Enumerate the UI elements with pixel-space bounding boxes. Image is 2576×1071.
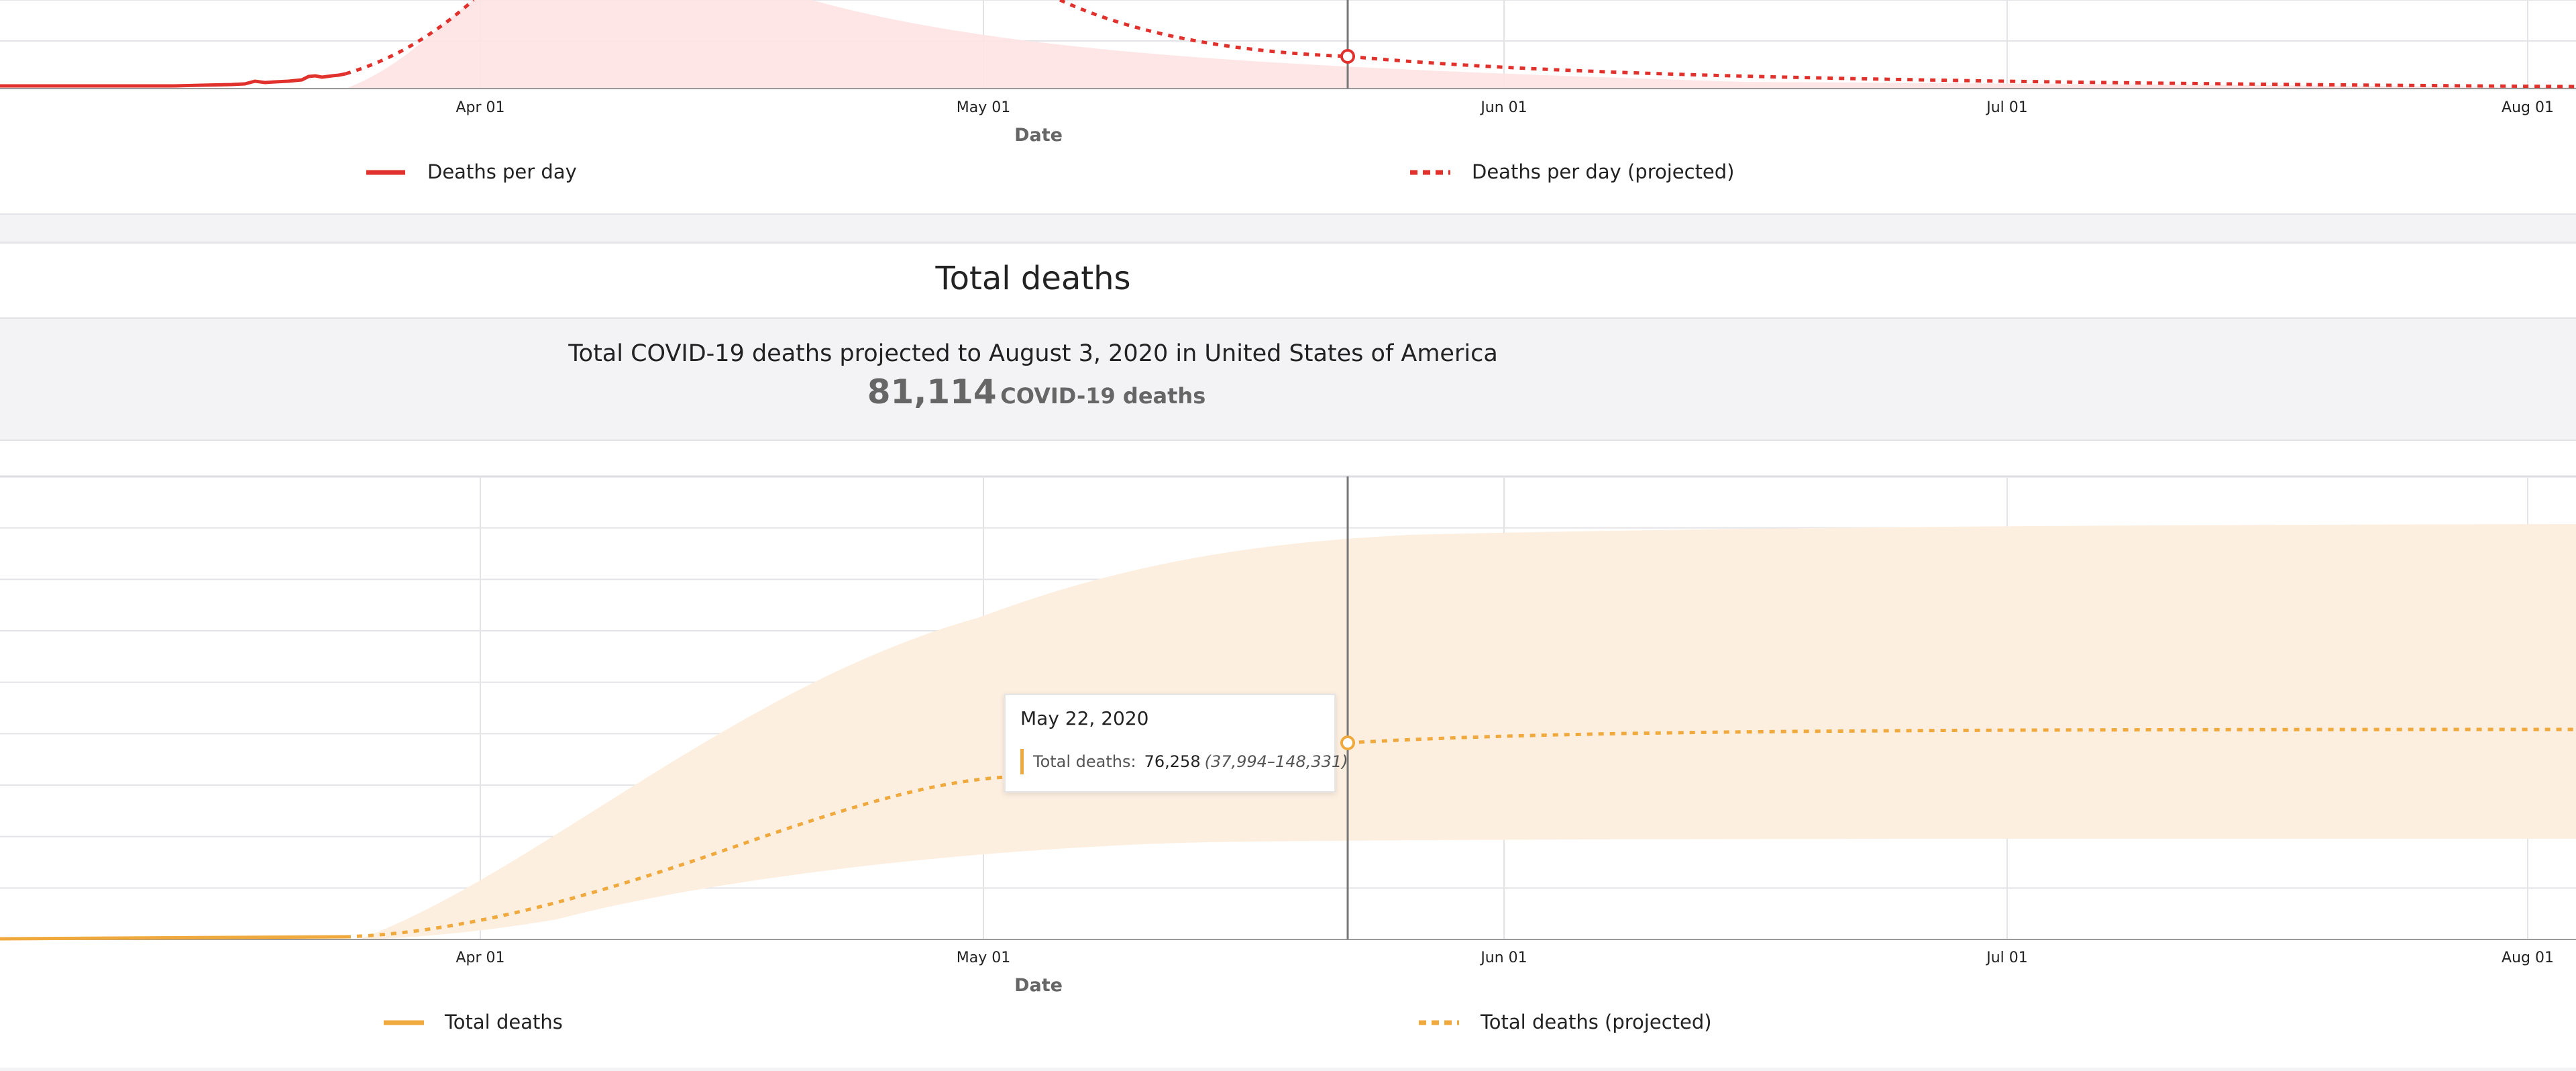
total-deaths-chart[interactable]: Apr 01 May 01 Jun 01 Jul 01 Aug 01 Date Total …: [0, 0, 2576, 1071]
tooltip-label: Total deaths:: [1033, 752, 1136, 771]
x-axis-title: Date: [1014, 975, 1063, 996]
legend-label: Total deaths (projected): [1480, 1011, 1712, 1033]
x-tick-label: Aug 01: [2502, 950, 2554, 966]
legend-label: Total deaths: [444, 1011, 563, 1033]
uncertainty-band: [362, 524, 2576, 939]
x-tick-label: Jul 01: [1985, 950, 2028, 966]
x-tick-label: Apr 01: [455, 950, 504, 966]
line-total-deaths: [0, 935, 346, 941]
hover-marker[interactable]: [1340, 735, 1355, 750]
chart-tooltip: May 22, 2020 Total deaths: 76,258 (37,99…: [1004, 694, 1348, 793]
tooltip-date: May 22, 2020: [1020, 707, 1149, 729]
tooltip-value: 76,258: [1144, 752, 1201, 771]
tooltip-row: Total deaths: 76,258 (37,994–148,331): [1020, 749, 1348, 774]
x-tick-label: Jun 01: [1479, 950, 1527, 966]
tooltip-range: (37,994–148,331): [1204, 752, 1348, 771]
x-tick-label: May 01: [957, 950, 1010, 966]
tooltip-series-swatch: [1020, 749, 1024, 774]
